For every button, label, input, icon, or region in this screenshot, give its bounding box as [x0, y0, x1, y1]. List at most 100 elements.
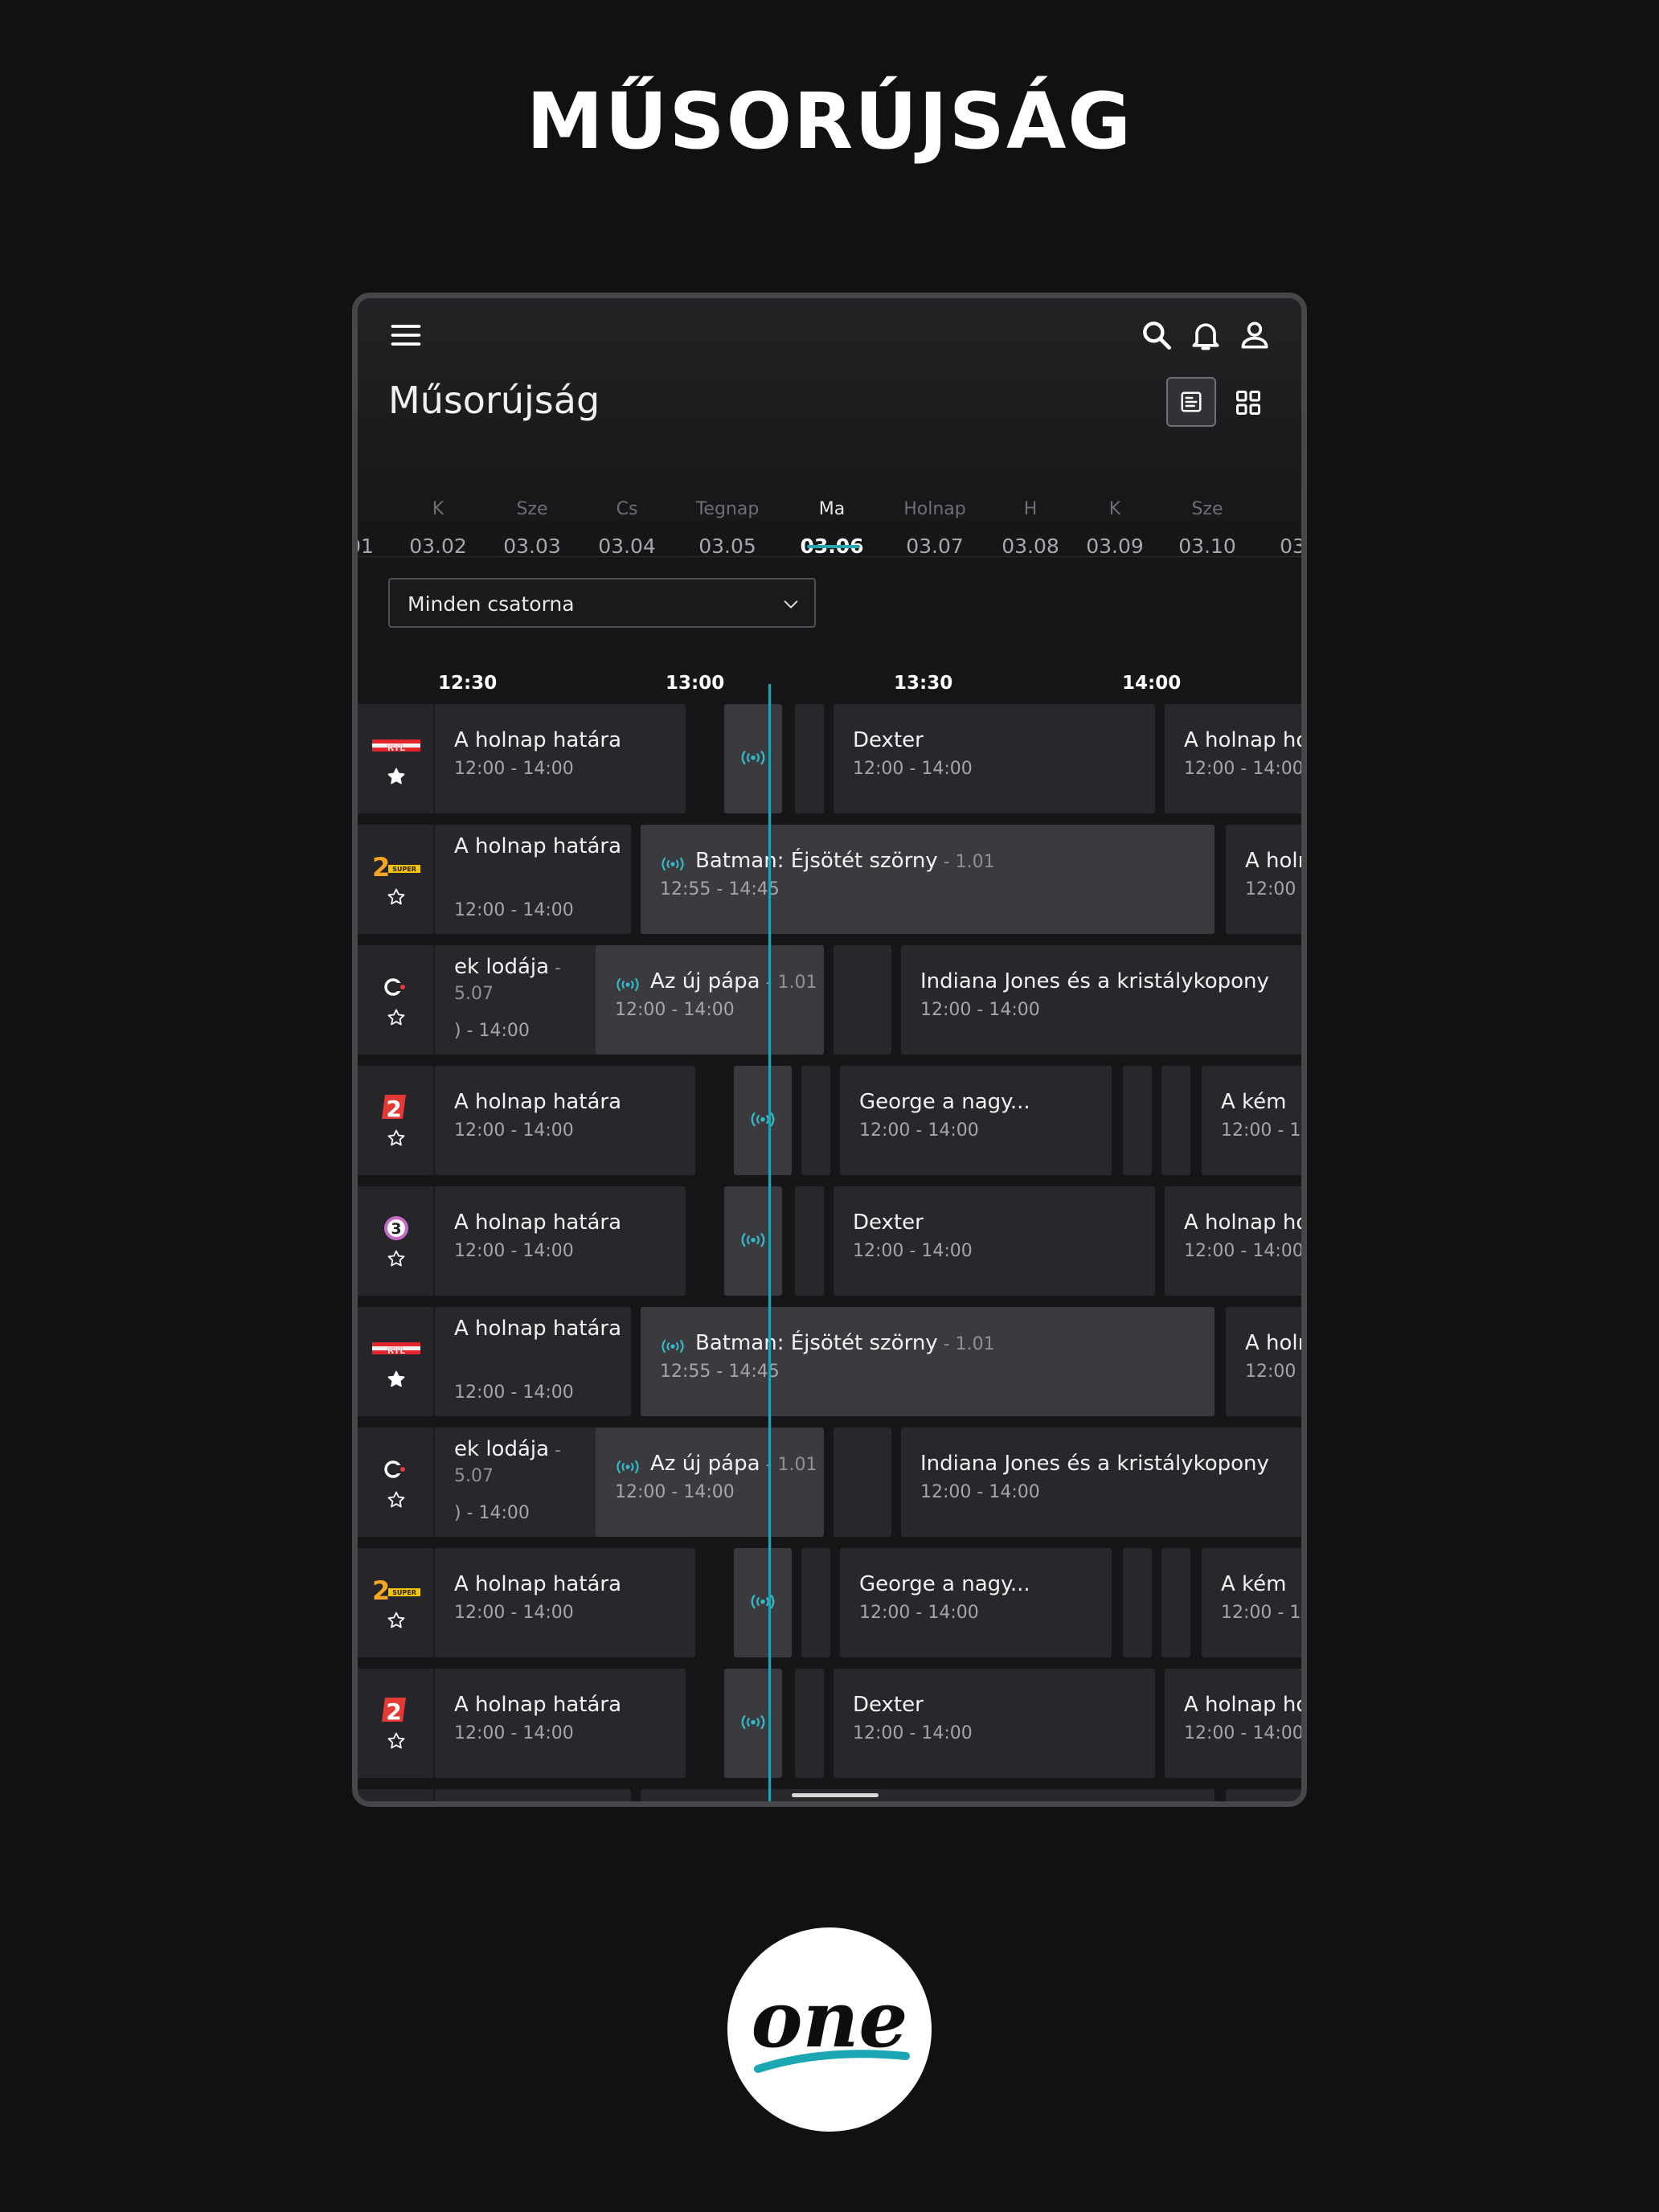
bell-icon[interactable]	[1188, 317, 1223, 353]
program-title: A holnap határa	[454, 1317, 621, 1341]
live-program-slot[interactable]	[724, 1669, 782, 1778]
program-slot-empty[interactable]	[1161, 1066, 1190, 1175]
program-cell[interactable]: Dexter 12:00 - 14:00	[834, 1669, 1155, 1778]
program-cell[interactable]: A holnap határa 12:00 - 14:00	[435, 704, 686, 813]
program-cell[interactable]	[641, 1789, 1215, 1801]
channel-cell[interactable]: RTL	[358, 1307, 435, 1416]
channel-row	[358, 1789, 1301, 1801]
program-slot-empty[interactable]	[834, 1428, 891, 1537]
program-title-line: A holn	[1245, 1331, 1301, 1355]
program-cell[interactable]: A holn 12:00	[1226, 1307, 1301, 1416]
program-cell[interactable]: A holnap határa 12:00 - 14:00	[435, 825, 631, 934]
date-item-2[interactable]: Sze 03.03	[503, 499, 561, 558]
channel-cell[interactable]	[358, 1428, 435, 1537]
program-slot-empty[interactable]	[1123, 1066, 1152, 1175]
program-cell[interactable]: A holnap ho 12:00 - 14:00	[1165, 1669, 1301, 1778]
live-program-slot[interactable]	[724, 1186, 782, 1296]
date-item-1[interactable]: K 03.02	[409, 499, 467, 558]
channel-cell[interactable]: 3	[358, 1186, 435, 1296]
program-cell[interactable]: A holnap határa 12:00 - 14:00	[435, 1186, 686, 1296]
program-cell[interactable]: A holnap határa 12:00 - 14:00	[435, 1548, 695, 1657]
svg-text:SUPER: SUPER	[392, 1589, 416, 1596]
svg-text:RTL: RTL	[387, 1346, 406, 1356]
star-outline-icon[interactable]	[387, 1731, 406, 1751]
star-outline-icon[interactable]	[387, 1249, 406, 1268]
program-time: 12:00 - 14:00	[454, 759, 574, 779]
program-cell[interactable]	[435, 1789, 631, 1801]
star-filled-icon[interactable]	[387, 1370, 406, 1389]
star-outline-icon[interactable]	[387, 1490, 406, 1509]
date-item-5[interactable]: Ma 03.06	[800, 499, 863, 558]
program-cell[interactable]: Az új pápa - 1.01 12:00 - 14:00	[596, 945, 824, 1055]
program-cell[interactable]: Indiana Jones és a kristálykopony 12:00 -…	[901, 945, 1301, 1055]
grid-view-button[interactable]	[1234, 388, 1263, 417]
program-slot-empty[interactable]	[795, 1186, 824, 1296]
menu-icon[interactable]	[388, 317, 424, 353]
program-slot-empty[interactable]	[801, 1548, 830, 1657]
date-item-7[interactable]: H 03.08	[1002, 499, 1059, 558]
channel-cell[interactable]: 2 SUPER	[358, 825, 435, 934]
channel-filter-dropdown[interactable]: Minden csatorna	[388, 578, 816, 628]
date-weekday: K	[432, 499, 444, 519]
star-filled-icon[interactable]	[387, 767, 406, 786]
program-time: 12:00 - 1	[1221, 1120, 1301, 1141]
brand-logo: one	[727, 1927, 932, 2132]
person-icon[interactable]	[1237, 317, 1272, 353]
date-item-10[interactable]: 03	[1280, 499, 1301, 558]
date-item-0[interactable]: 01	[358, 499, 374, 558]
date-item-3[interactable]: Cs 03.04	[598, 499, 656, 558]
program-slot-empty[interactable]	[801, 1066, 830, 1175]
channel-cell[interactable]	[358, 1789, 435, 1801]
live-program-slot[interactable]	[724, 704, 782, 813]
tablet-frame: Műsorújság 01 K 03.02 Sze 03.03 Cs 03.04 Tegnap…	[352, 293, 1307, 1807]
star-outline-icon[interactable]	[387, 1611, 406, 1630]
program-cell[interactable]: A holnap határa 12:00 - 14:00	[435, 1066, 695, 1175]
channel-cell[interactable]: 2	[358, 1066, 435, 1175]
program-slot-empty[interactable]	[795, 704, 824, 813]
program-cell[interactable]: Indiana Jones és a kristálykopony 12:00 -…	[901, 1428, 1301, 1537]
date-day: 01	[358, 535, 374, 558]
program-time: 12:00 - 14:00	[454, 1382, 574, 1403]
program-slot-empty[interactable]	[1123, 1548, 1152, 1657]
program-cell[interactable]: Dexter 12:00 - 14:00	[834, 1186, 1155, 1296]
live-program-slot[interactable]	[734, 1066, 792, 1175]
program-cell[interactable]: A holnap határa 12:00 - 14:00	[435, 1307, 631, 1416]
program-time: 12:00 - 14:00	[615, 1482, 735, 1502]
star-outline-icon[interactable]	[387, 1129, 406, 1148]
live-program-slot[interactable]	[734, 1548, 792, 1657]
home-indicator[interactable]	[792, 1793, 879, 1797]
program-cell[interactable]: A holnap ho 12:00 - 14:00	[1165, 704, 1301, 813]
program-time: 12:55 - 14:45	[660, 1362, 780, 1382]
program-cell[interactable]: A holnap határa 12:00 - 14:00	[435, 1669, 686, 1778]
program-cell[interactable]: George a nagy... 12:00 - 14:00	[840, 1066, 1112, 1175]
program-cell[interactable]: ek lodája - 5.07) - 14:00	[435, 1428, 608, 1537]
channel-filter-value: Minden csatorna	[408, 592, 575, 616]
program-cell[interactable]: A kém 12:00 - 1	[1202, 1548, 1301, 1657]
program-cell[interactable]: A kém 12:00 - 1	[1202, 1066, 1301, 1175]
star-outline-icon[interactable]	[387, 887, 406, 907]
date-item-4[interactable]: Tegnap 03.05	[696, 499, 760, 558]
channel-cell[interactable]: 2	[358, 1669, 435, 1778]
date-item-8[interactable]: K 03.09	[1086, 499, 1144, 558]
search-icon[interactable]	[1139, 317, 1174, 353]
program-cell[interactable]: A holnap ho 12:00 - 14:00	[1165, 1186, 1301, 1296]
program-cell[interactable]: A holn 12:00	[1226, 825, 1301, 934]
date-item-6[interactable]: Holnap 03.07	[903, 499, 966, 558]
program-cell[interactable]	[1226, 1789, 1301, 1801]
program-cell[interactable]: Batman: Éjsötét szörny - 1.01 12:55 - 14:…	[641, 825, 1215, 934]
star-outline-icon[interactable]	[387, 1008, 406, 1027]
channel-cell[interactable]	[358, 945, 435, 1055]
list-view-button[interactable]	[1166, 377, 1216, 427]
program-slot-empty[interactable]	[795, 1669, 824, 1778]
program-slot-empty[interactable]	[834, 945, 891, 1055]
program-cell[interactable]: Batman: Éjsötét szörny - 1.01 12:55 - 14:…	[641, 1307, 1215, 1416]
program-cell[interactable]: George a nagy... 12:00 - 14:00	[840, 1548, 1112, 1657]
channel-cell[interactable]: 2 SUPER	[358, 1548, 435, 1657]
program-slot-empty[interactable]	[1161, 1548, 1190, 1657]
channel-cell[interactable]: RTL	[358, 704, 435, 813]
date-item-9[interactable]: Sze 03.10	[1178, 499, 1236, 558]
program-cell[interactable]: ek lodája - 5.07) - 14:00	[435, 945, 608, 1055]
program-cell[interactable]: Dexter 12:00 - 14:00	[834, 704, 1155, 813]
program-title: Az új pápa	[650, 1452, 760, 1476]
program-cell[interactable]: Az új pápa - 1.01 12:00 - 14:00	[596, 1428, 824, 1537]
